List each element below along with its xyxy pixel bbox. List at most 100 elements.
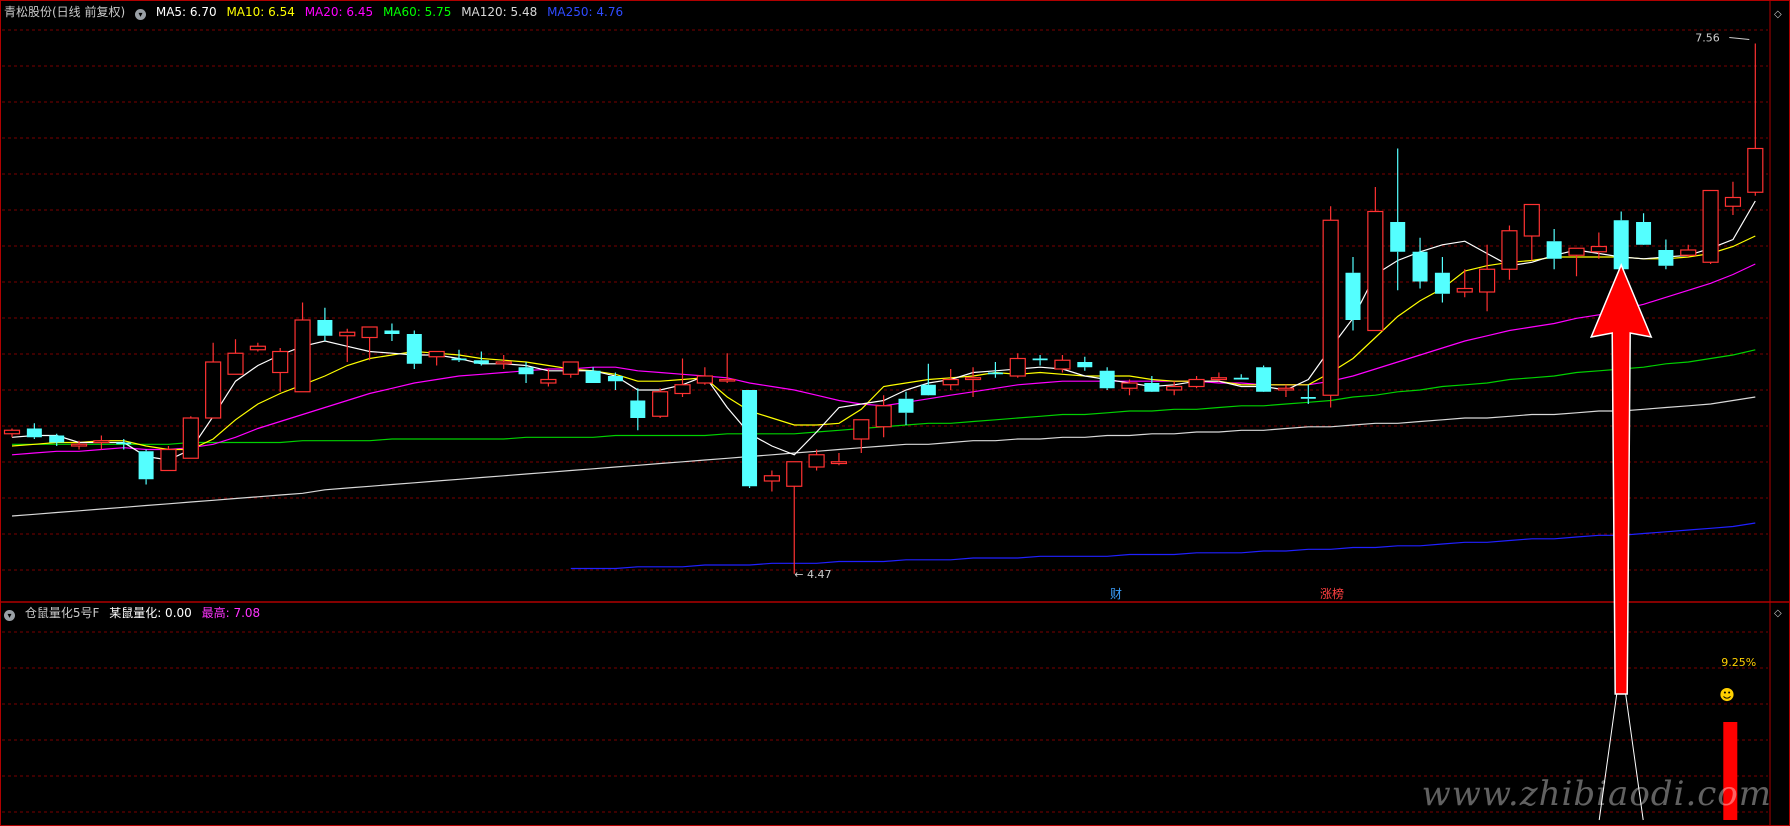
candle-up	[830, 461, 848, 465]
candle-up	[1501, 230, 1518, 270]
outer-frame	[0, 0, 1790, 826]
candle-up	[875, 405, 892, 428]
watermark-text: www.zhibiaodi.com	[1421, 774, 1772, 814]
ma250-label: MA250: 4.76	[547, 5, 624, 19]
candle-up	[3, 429, 21, 435]
candle-up	[1568, 247, 1585, 256]
candle-down	[1300, 397, 1316, 399]
sub-indicator-value: 某鼠量化: 0.00	[109, 606, 192, 620]
percent-label: 9.25%	[1721, 656, 1756, 669]
signal-arrow	[1589, 263, 1653, 695]
candle-up	[93, 440, 110, 444]
candle-down	[630, 400, 646, 418]
candle-up	[1478, 268, 1496, 293]
candle-up	[719, 378, 736, 382]
event-marker-cai: 财	[1110, 587, 1122, 601]
ma250-line	[570, 522, 1756, 570]
smiley-icon: ☻	[1719, 686, 1735, 704]
candle-up	[249, 345, 266, 351]
candle-down	[49, 435, 65, 443]
candle-down	[1256, 367, 1272, 392]
candle-down	[1233, 377, 1249, 380]
ma10-label: MA10: 6.54	[226, 5, 295, 19]
event-marker-zhangbang: 涨榜	[1320, 586, 1344, 601]
window-control-icon: ◇	[1774, 608, 1782, 619]
candle-up	[964, 377, 982, 381]
sub-indicator-max: 最高: 7.08	[201, 606, 261, 620]
candle-up	[540, 378, 557, 384]
candle-down	[920, 384, 936, 396]
candle-up	[1367, 210, 1384, 332]
candle-up	[70, 443, 88, 447]
legend-toggle-icon[interactable]: ▾	[135, 9, 147, 20]
candle-down	[384, 330, 400, 334]
candle-up	[1210, 377, 1228, 381]
candle-down	[607, 376, 623, 382]
sub-panel-toggle-icon[interactable]: ▾	[4, 610, 15, 621]
candle-down	[1077, 362, 1093, 368]
candle-down	[1658, 250, 1674, 266]
candle-up	[808, 454, 825, 468]
candle-up	[1054, 359, 1071, 370]
candle-up	[1747, 147, 1764, 193]
candle-up	[1523, 203, 1540, 237]
candle-up	[763, 475, 781, 482]
candle-down	[1613, 220, 1629, 270]
candle-up	[562, 361, 579, 375]
stock-chart-window: 7.56 ← 4.47 财 涨榜 9.25% ☻ ◇ ◇ 青松股份(日线 前复权) ▾ MA5…	[0, 0, 1790, 826]
candle-up	[1277, 387, 1295, 391]
candle-down	[473, 360, 489, 364]
candle-down	[1412, 251, 1428, 282]
candle-down	[1032, 358, 1048, 361]
candle-up	[652, 391, 669, 417]
candle-up	[1188, 378, 1205, 388]
candle-up	[786, 461, 803, 487]
candle-up	[696, 375, 713, 384]
candle-up	[942, 378, 959, 386]
candle-down	[987, 372, 1003, 375]
candle-up	[1322, 219, 1339, 396]
candle-down	[1636, 222, 1652, 245]
candle-up	[272, 350, 289, 374]
stock-title[interactable]: 青松股份(日线 前复权)	[4, 5, 125, 19]
candle-down	[138, 451, 154, 480]
low-price-label: ← 4.47	[794, 568, 831, 581]
candle-down	[585, 370, 601, 383]
candle-up	[205, 361, 222, 419]
candle-up	[339, 331, 356, 337]
candle-up	[853, 419, 870, 440]
candle-down	[116, 442, 132, 445]
candle-up	[1702, 189, 1719, 263]
candle-up	[428, 350, 445, 358]
candle-up	[674, 384, 691, 395]
candle-up	[1680, 249, 1697, 256]
main-panel-legend: 青松股份(日线 前复权) ▾ MA5: 6.70 MA10: 6.54 MA20…	[4, 5, 629, 20]
candle-down	[451, 358, 467, 361]
high-price-label: 7.56	[1695, 32, 1720, 45]
high-marker-arrow	[1729, 37, 1750, 40]
candle-up	[160, 448, 177, 472]
candle-down	[406, 334, 422, 364]
candle-down	[1434, 272, 1450, 294]
candle-down	[1099, 370, 1115, 389]
ma60-label: MA60: 5.75	[382, 5, 452, 19]
candle-down	[26, 428, 42, 438]
candle-up	[1456, 287, 1473, 293]
candle-up	[1724, 196, 1742, 207]
candle-up	[294, 319, 311, 393]
candle-up	[182, 417, 199, 459]
candle-down	[1546, 241, 1562, 259]
ma120-label: MA120: 5.48	[461, 5, 538, 19]
candle-up	[1121, 382, 1138, 389]
candle-down	[1144, 383, 1160, 392]
candle-up	[361, 326, 378, 339]
candle-up	[1009, 357, 1026, 377]
candle-up	[227, 352, 244, 375]
window-control-icon: ◇	[1774, 9, 1782, 20]
sub-indicator-title[interactable]: 仓鼠量化5号F	[25, 606, 100, 620]
candle-up	[495, 361, 512, 365]
candle-down	[317, 320, 333, 336]
candle-down	[1345, 272, 1361, 320]
chart-canvas[interactable]: 7.56 ← 4.47 财 涨榜 9.25% ☻ ◇ ◇	[0, 0, 1790, 826]
candle-down	[518, 367, 534, 375]
